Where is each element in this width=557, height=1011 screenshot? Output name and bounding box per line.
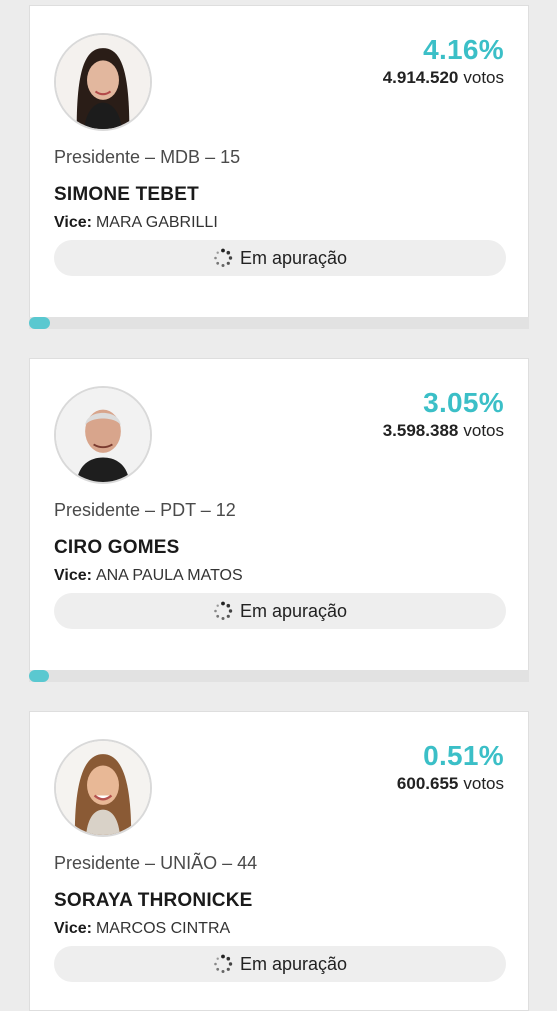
vote-count: 4.914.520 votos xyxy=(383,68,504,88)
status-text: Em apuração xyxy=(239,600,348,621)
candidate-name: CIRO GOMES xyxy=(54,537,180,558)
candidate-name: SIMONE TEBET xyxy=(54,184,199,205)
vice-name: MARA GABRILLI xyxy=(95,214,218,231)
loading-spinner-icon xyxy=(213,601,233,621)
counting-status: Em apuração xyxy=(54,240,506,276)
vote-percentage: 4.16% xyxy=(423,34,504,65)
vote-count: 3.598.388 votos xyxy=(383,421,504,441)
vice-candidate: Vice: MARA GABRILLI xyxy=(54,214,218,232)
vice-name: ANA PAULA MATOS xyxy=(95,567,243,584)
candidate-role: Presidente – PDT – 12 xyxy=(54,500,236,520)
vote-count-number: 600.655 xyxy=(396,774,459,793)
candidate-photo xyxy=(54,33,152,131)
candidate-card[interactable]: 0.51% 600.655 votos Presidente – UNIÃO – … xyxy=(29,711,529,1011)
vice-candidate: Vice: MARCOS CINTRA xyxy=(54,920,230,938)
vice-label: Vice: xyxy=(54,920,92,937)
vice-candidate: Vice: ANA PAULA MATOS xyxy=(54,567,243,585)
vice-label: Vice: xyxy=(54,214,92,231)
candidate-card[interactable]: 3.05% 3.598.388 votos Presidente – PDT – … xyxy=(29,358,529,682)
candidate-photo xyxy=(54,386,152,484)
vote-percentage: 0.51% xyxy=(423,740,504,771)
candidate-photo xyxy=(54,739,152,837)
vote-count-label: votos xyxy=(463,774,504,793)
vice-name: MARCOS CINTRA xyxy=(95,920,231,937)
vote-count-label: votos xyxy=(463,421,504,440)
vote-progress-fill xyxy=(29,317,50,329)
vote-progress-bar xyxy=(29,317,529,329)
loading-spinner-icon xyxy=(213,248,233,268)
candidate-card[interactable]: 4.16% 4.914.520 votos Presidente – MDB – … xyxy=(29,5,529,329)
candidate-role: Presidente – UNIÃO – 44 xyxy=(54,853,258,873)
vote-progress-bar xyxy=(29,670,529,682)
loading-spinner-icon xyxy=(213,954,233,974)
vote-percentage: 3.05% xyxy=(423,387,504,418)
counting-status: Em apuração xyxy=(54,946,506,982)
candidate-role: Presidente – MDB – 15 xyxy=(54,147,241,167)
counting-status: Em apuração xyxy=(54,593,506,629)
status-text: Em apuração xyxy=(239,953,348,974)
vote-count-number: 3.598.388 xyxy=(382,421,459,440)
vote-count-number: 4.914.520 xyxy=(382,68,459,87)
vote-count: 600.655 votos xyxy=(397,774,504,794)
vote-count-label: votos xyxy=(463,68,504,87)
vice-label: Vice: xyxy=(54,567,92,584)
vote-progress-fill xyxy=(29,670,49,682)
candidate-name: SORAYA THRONICKE xyxy=(54,890,253,911)
status-text: Em apuração xyxy=(239,247,348,268)
